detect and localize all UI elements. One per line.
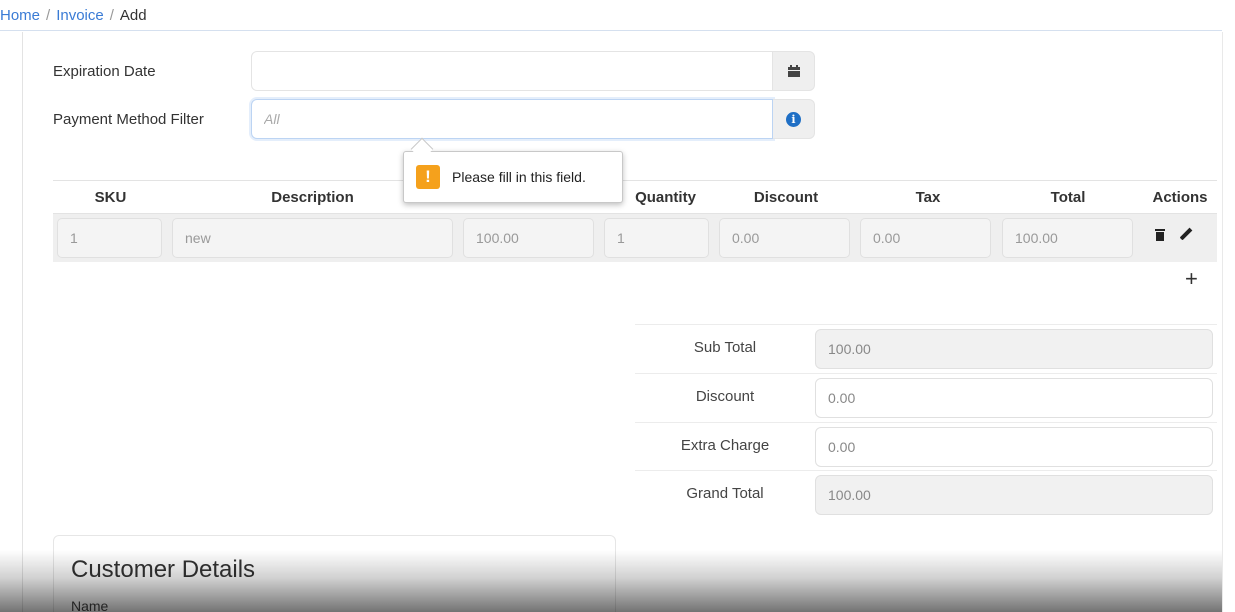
extra-charge-field[interactable]: 0.00 (815, 427, 1213, 467)
sub-total-label: Sub Total (693, 339, 757, 356)
quantity-cell[interactable]: 1 (604, 218, 709, 258)
breadcrumb: Home / Invoice / Add (0, 0, 1222, 31)
sub-total-row: Sub Total 100.00 (635, 324, 1217, 372)
grand-total-field: 100.00 (815, 475, 1213, 515)
extra-charge-label: Extra Charge (680, 437, 770, 454)
breadcrumb-separator: / (109, 7, 114, 24)
discount-total-field[interactable]: 0.00 (815, 378, 1213, 418)
payment-method-info-addon[interactable]: i (773, 99, 815, 139)
column-header-discount: Discount (753, 189, 819, 206)
payment-method-group: i (251, 99, 815, 139)
customer-details-title: Customer Details (71, 556, 256, 583)
sku-cell[interactable]: 1 (57, 218, 162, 258)
customer-name-label: Name (71, 598, 109, 612)
expiration-date-group (251, 51, 815, 91)
validation-message: Please fill in this field. (452, 169, 586, 185)
table-row: 1 new 100.00 1 0.00 0.00 100.00 (53, 214, 1217, 262)
items-table-header: SKU Description Quantity Discount Tax To… (53, 180, 1217, 214)
breadcrumb-separator: / (46, 7, 51, 24)
grand-total-label: Grand Total (686, 485, 764, 502)
content-right-border (1222, 32, 1223, 612)
column-header-tax: Tax (915, 189, 941, 206)
payment-method-input[interactable] (251, 99, 773, 139)
plus-icon[interactable]: + (1185, 268, 1198, 290)
discount-total-row: Discount 0.00 (635, 373, 1217, 421)
validation-tooltip: ! Please fill in this field. (403, 151, 623, 203)
column-header-sku: SKU (94, 189, 127, 206)
total-cell[interactable]: 100.00 (1002, 218, 1133, 258)
column-header-total: Total (1050, 189, 1086, 206)
calendar-button[interactable] (773, 51, 815, 91)
customer-details-card: Customer Details Name (53, 535, 616, 612)
expiration-date-input[interactable] (251, 51, 773, 91)
breadcrumb-home-link[interactable]: Home (0, 7, 40, 24)
discount-cell[interactable]: 0.00 (719, 218, 850, 258)
breadcrumb-current: Add (119, 7, 147, 24)
tax-cell[interactable]: 0.00 (860, 218, 991, 258)
description-cell[interactable]: new (172, 218, 453, 258)
expiration-date-row: Expiration Date (53, 51, 815, 91)
info-icon: i (786, 111, 801, 127)
breadcrumb-invoice-link[interactable]: Invoice (56, 7, 104, 24)
payment-method-label: Payment Method Filter (53, 110, 204, 128)
column-header-actions: Actions (1152, 189, 1208, 206)
extra-charge-row: Extra Charge 0.00 (635, 422, 1217, 470)
payment-method-row: Payment Method Filter i (53, 99, 815, 139)
warning-icon: ! (416, 165, 440, 189)
sub-total-field: 100.00 (815, 329, 1213, 369)
calendar-icon (787, 65, 800, 77)
price-cell[interactable]: 100.00 (463, 218, 594, 258)
trash-icon[interactable] (1155, 229, 1165, 241)
discount-total-label: Discount (695, 388, 755, 405)
grand-total-row: Grand Total 100.00 (635, 470, 1217, 518)
content-left-border (22, 32, 23, 612)
expiration-date-label: Expiration Date (53, 62, 156, 80)
